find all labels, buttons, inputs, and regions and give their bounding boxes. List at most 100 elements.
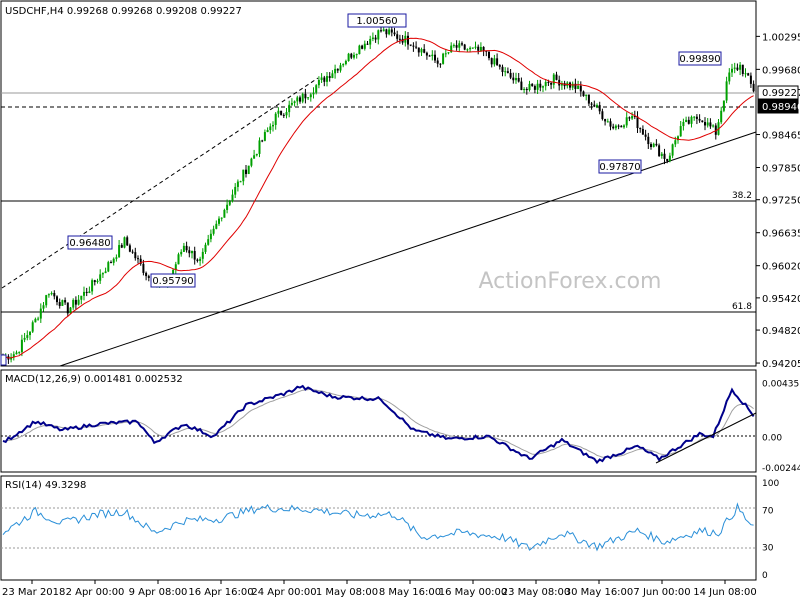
candle-body [239, 181, 242, 183]
candle-body [353, 54, 355, 58]
candle-body [609, 121, 612, 127]
candle-body [390, 29, 393, 33]
candle-body [207, 239, 210, 245]
candle-body [614, 125, 617, 129]
candle-body [83, 291, 85, 296]
candle-body [439, 63, 442, 65]
level-price-tag: 0.98940 [757, 99, 800, 114]
candle-body [577, 85, 580, 89]
candle-body [296, 97, 299, 102]
candle-body [29, 331, 31, 336]
candle-body [650, 144, 652, 147]
candle-body [72, 299, 75, 308]
price-tick-label: 0.97850 [762, 164, 800, 175]
candle-body [77, 299, 80, 305]
candle-body [690, 116, 693, 124]
callout-high-label: 1.00560 [356, 16, 397, 27]
candle-body [220, 217, 223, 219]
candle-body [350, 53, 353, 58]
candle-body [209, 233, 212, 240]
rsi-line [2, 502, 754, 552]
candle-body [644, 134, 647, 137]
time-tick-label: 16 May 00:00 [439, 587, 508, 598]
candle-body [336, 68, 339, 71]
callout-left-marker [0, 354, 7, 366]
callout-recent-high-label: 0.99890 [679, 54, 720, 65]
candle-body [552, 74, 555, 85]
candle-body [218, 218, 220, 224]
candle-body [182, 245, 185, 252]
candle-body [506, 71, 509, 73]
macd-tick-label: -0.002448 [762, 464, 800, 474]
candle-body [739, 64, 742, 70]
candle-body [236, 181, 239, 187]
candle-body [347, 53, 350, 61]
candle-body [658, 145, 661, 156]
candle-body [482, 46, 485, 51]
candle-body [215, 223, 218, 229]
candle-body [120, 245, 123, 248]
callout-recent-high: 0.99890 [678, 51, 722, 66]
candle-body [701, 120, 704, 123]
candle-body [598, 105, 601, 112]
candle-body [147, 276, 150, 278]
candle-body [463, 44, 466, 50]
candle-body [226, 204, 229, 210]
candle-body [361, 45, 364, 49]
price-tick-label: 0.94205 [762, 359, 800, 370]
callout-june-low-label: 0.97870 [599, 162, 640, 173]
callout-april-high: 0.96480 [67, 235, 113, 250]
candle-body [301, 93, 304, 102]
candle-body [323, 77, 326, 82]
time-tick-label: 30 May 16:00 [565, 587, 634, 598]
watermark: ActionForex.com [479, 269, 662, 294]
chart-canvas: ActionForex.com 38.2 61.8 1.00560 0.9989… [0, 0, 800, 598]
candle-body [517, 77, 520, 82]
candle-body [631, 116, 634, 119]
current-price-tag: 0.99227 [757, 85, 800, 100]
candle-body [142, 263, 145, 273]
candle-body [585, 94, 588, 97]
candle-body [747, 73, 750, 76]
candle-body [118, 245, 121, 258]
candle-body [606, 121, 609, 123]
candle-body [625, 117, 628, 126]
candle-body [47, 294, 50, 296]
candle-body [342, 64, 345, 66]
candle-body [498, 65, 501, 67]
candle-body [733, 67, 736, 69]
fib-38-label: 38.2 [732, 191, 752, 201]
candle-body [620, 125, 623, 128]
rsi-title: RSI(14) 49.3298 [5, 480, 86, 491]
candle-body [515, 77, 517, 81]
candle-body [388, 29, 391, 35]
candle-body [204, 244, 207, 252]
candle-body [712, 125, 715, 127]
candle-body [185, 245, 188, 251]
candle-body [131, 251, 134, 253]
candle-body [466, 49, 469, 51]
candle-body [180, 251, 183, 255]
candle-body [80, 295, 83, 300]
candle-body [393, 32, 396, 35]
candle-body [555, 74, 558, 80]
candle-body [582, 91, 585, 97]
candle-body [299, 97, 301, 102]
rising-trendline [59, 131, 757, 367]
candle-body [617, 125, 620, 127]
candle-body [374, 37, 377, 40]
candle-body [91, 280, 94, 292]
candle-body [436, 60, 439, 64]
macd-panel-frame [0, 369, 757, 473]
callout-april-high-label: 0.96480 [69, 238, 110, 249]
candle-body [528, 83, 531, 91]
candle-body [145, 272, 148, 277]
candle-body [137, 258, 139, 260]
candle-body [339, 65, 342, 71]
candle-body [317, 79, 320, 86]
candle-body [315, 85, 318, 93]
candle-body [110, 262, 112, 264]
candle-body [304, 93, 307, 99]
candle-body [520, 81, 523, 91]
chart-window: ActionForex.com 38.2 61.8 1.00560 0.9989… [0, 0, 800, 600]
